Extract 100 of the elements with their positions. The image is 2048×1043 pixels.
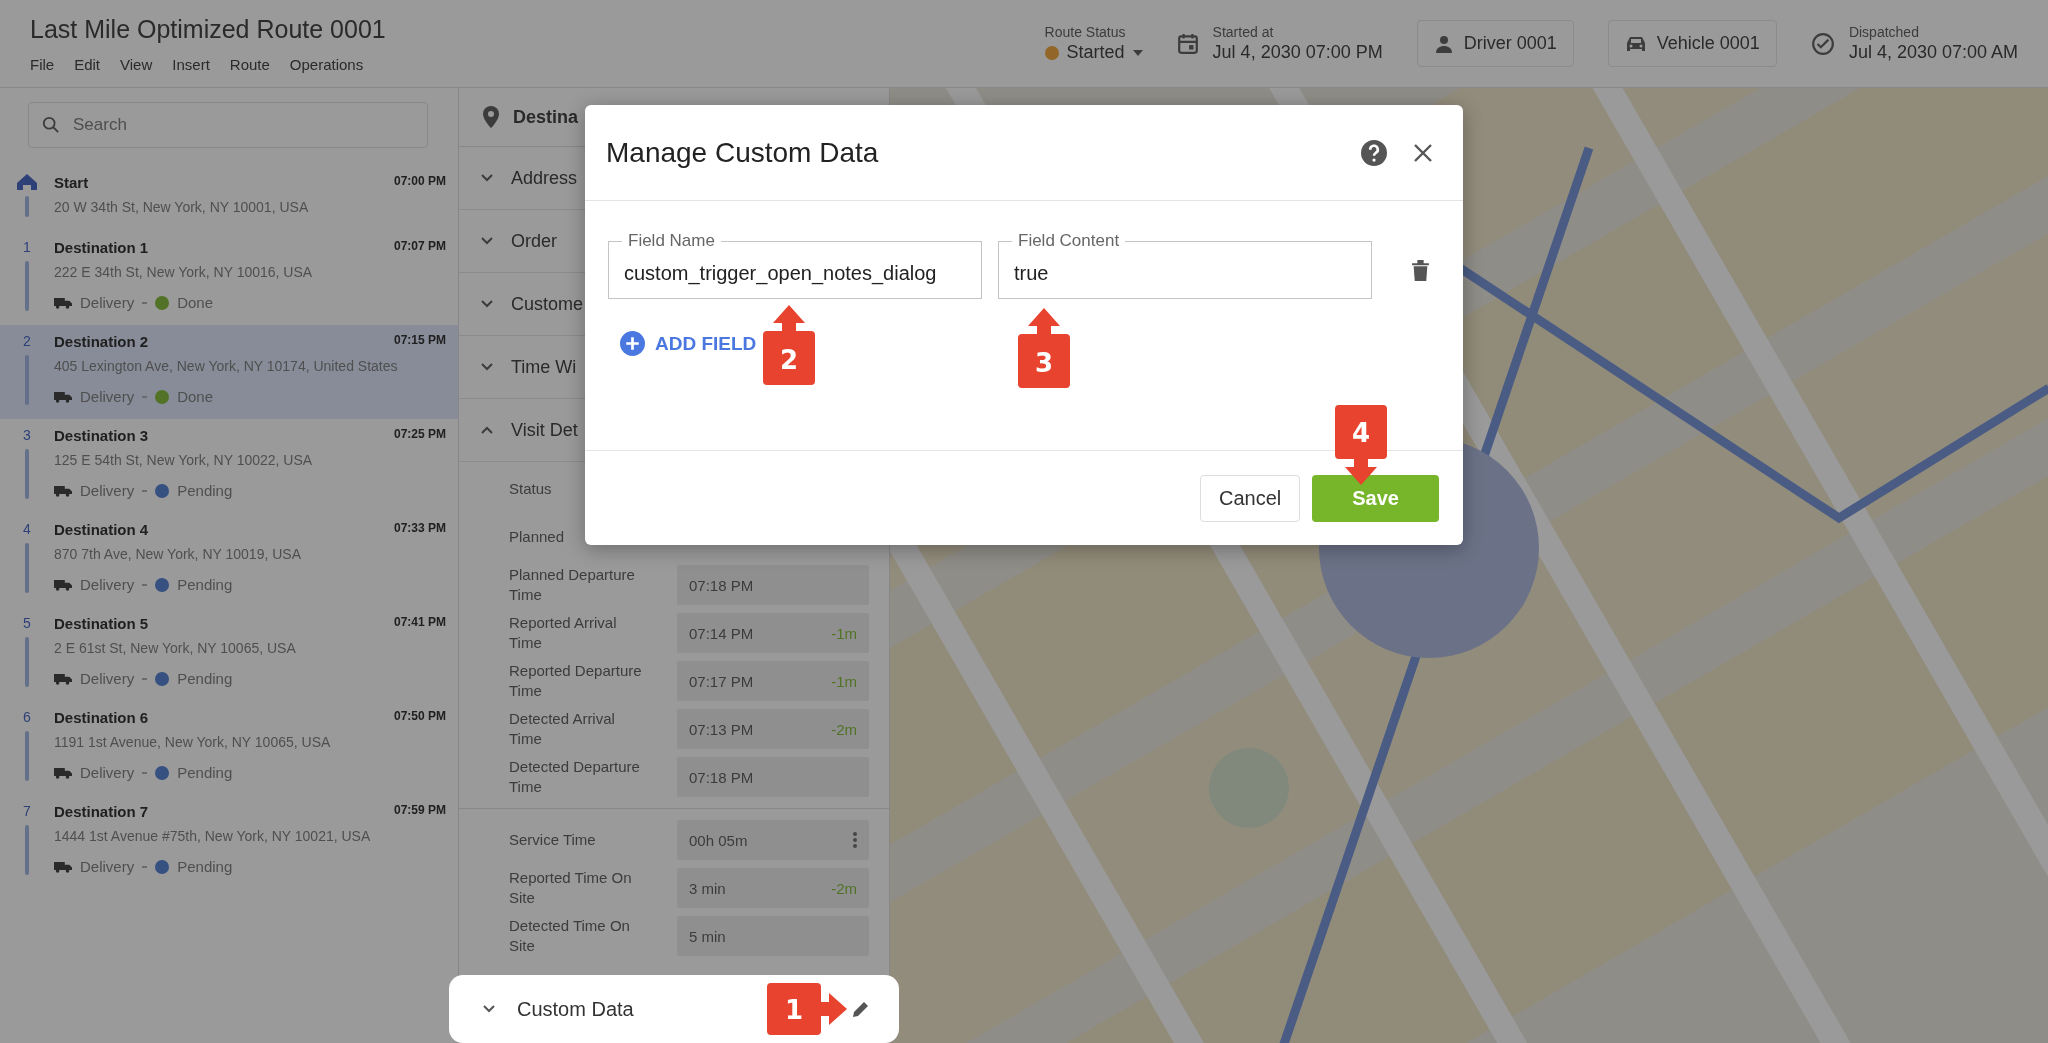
field-value: 07:17 PM	[689, 672, 754, 690]
menu-item[interactable]: Edit	[74, 55, 101, 73]
stop-row[interactable]: 7 Destination 7 07:59 PM 1444 1st Avenue #75th, New York, NY 10021, USA Delivery Pending	[0, 795, 458, 889]
stop-row[interactable]: 5 Destination 5 07:41 PM 2 E 61st St, New York, NY 10065, USA Delivery Pending	[0, 607, 458, 701]
time-delta: -2m	[831, 879, 857, 897]
truck-icon	[54, 766, 72, 779]
stop-status: Pending	[177, 482, 233, 499]
menu-item[interactable]: View	[120, 55, 153, 73]
panel-title: Destina	[513, 106, 579, 128]
stop-status: Pending	[177, 670, 233, 687]
stop-address: 222 E 34th St, New York, NY 10016, USA	[54, 263, 314, 282]
step-callout: 3	[1018, 308, 1070, 388]
stop-type: Delivery	[80, 294, 135, 311]
dispatched-label: Dispatched	[1848, 24, 1920, 40]
field-label: Planned	[509, 527, 566, 547]
menu-item[interactable]: File	[30, 55, 55, 73]
time-delta: -1m	[831, 672, 857, 690]
stop-address: 870 7th Ave, New York, NY 10019, USA	[54, 545, 302, 564]
car-icon	[1624, 34, 1647, 53]
stop-address: 2 E 61st St, New York, NY 10065, USA	[54, 639, 297, 658]
calendar-icon	[1176, 32, 1199, 55]
stop-address: 1444 1st Avenue #75th, New York, NY 10021, USA	[54, 827, 372, 846]
search-field[interactable]: Search	[28, 102, 428, 148]
stop-address: 20 W 34th St, New York, NY 10001, USA	[54, 198, 310, 217]
cancel-button[interactable]: Cancel	[1200, 474, 1301, 522]
stop-number: 3	[23, 427, 31, 443]
stop-type: Delivery	[80, 482, 135, 499]
truck-icon	[54, 578, 72, 591]
stop-address: 1191 1st Avenue, New York, NY 10065, USA	[54, 733, 332, 752]
stop-time: 07:41 PM	[393, 615, 446, 631]
stop-time: 07:59 PM	[393, 803, 446, 819]
pencil-icon[interactable]	[851, 999, 871, 1019]
help-icon[interactable]	[1361, 139, 1387, 166]
vehicle-chip[interactable]: Vehicle 0001	[1607, 20, 1777, 67]
stop-row[interactable]: 1 Destination 1 07:07 PM 222 E 34th St, New York, NY 10016, USA Delivery Done	[0, 231, 458, 325]
field-label: Reported Departure Time	[509, 661, 643, 701]
field-label: Reported Time On Site	[509, 868, 633, 908]
truck-icon	[54, 296, 72, 309]
time-delta: -2m	[831, 720, 857, 738]
stop-time: 07:33 PM	[393, 521, 446, 537]
stop-row[interactable]: Start 07:00 PM 20 W 34th St, New York, NY 10001, USA	[0, 166, 458, 231]
field-value: 07:13 PM	[689, 720, 754, 738]
started-time: Jul 4, 2030 07:00 PM	[1212, 42, 1383, 63]
stop-number: 6	[23, 709, 31, 725]
menu-item[interactable]: Operations	[289, 55, 364, 73]
add-field-button[interactable]: ADD FIELD	[620, 331, 757, 356]
truck-icon	[54, 390, 72, 403]
stop-status: Pending	[177, 858, 233, 875]
stop-name: Destination 7	[54, 803, 149, 820]
stop-type: Delivery	[80, 670, 135, 687]
menu-item[interactable]: Insert	[172, 55, 210, 73]
stop-row[interactable]: 4 Destination 4 07:33 PM 870 7th Ave, New York, NY 10019, USA Delivery Pending	[0, 513, 458, 607]
trash-icon[interactable]	[1412, 259, 1429, 281]
person-icon	[1433, 33, 1454, 54]
step-callout: 4	[1335, 405, 1387, 485]
field-label: Status	[509, 479, 553, 499]
field-value: 00h 05m	[689, 831, 748, 849]
field-value: 5 min	[689, 927, 726, 945]
caret-icon	[1132, 49, 1143, 56]
home-icon	[17, 174, 37, 190]
driver-chip[interactable]: Driver 0001	[1416, 20, 1574, 67]
field-label: Detected Arrival Time	[509, 709, 616, 749]
started-label: Started at	[1212, 24, 1275, 40]
close-icon[interactable]	[1413, 142, 1433, 163]
dialog-title: Manage Custom Data	[606, 136, 880, 169]
stop-number: 5	[23, 615, 31, 631]
plus-circle-icon	[620, 331, 645, 356]
field-label: Reported Arrival Time	[509, 613, 618, 653]
status-label: Route Status	[1044, 24, 1127, 40]
stop-number: 4	[23, 521, 31, 537]
stop-number: 2	[23, 333, 31, 349]
stop-row[interactable]: 2 Destination 2 07:15 PM 405 Lexington Ave, New York, NY 10174, United States Delivery Done	[0, 325, 458, 419]
stop-address: 405 Lexington Ave, New York, NY 10174, United States	[54, 357, 399, 376]
dispatched-time: Jul 4, 2030 07:00 AM	[1848, 42, 2018, 63]
stop-type: Delivery	[80, 388, 135, 405]
stop-row[interactable]: 6 Destination 6 07:50 PM 1191 1st Avenue, New York, NY 10065, USA Delivery Pending	[0, 701, 458, 795]
step-callout: 1	[767, 983, 847, 1035]
status-dropdown[interactable]: Started	[1044, 42, 1143, 63]
stop-name: Start	[54, 174, 89, 191]
field-label: Planned Departure Time	[509, 565, 636, 605]
stop-name: Destination 3	[54, 427, 149, 444]
stop-status: Done	[177, 294, 214, 311]
stop-type: Delivery	[80, 576, 135, 593]
stop-status: Done	[177, 388, 214, 405]
stop-status: Pending	[177, 576, 233, 593]
route-title: Last Mile Optimized Route 0001	[30, 14, 386, 44]
stop-row[interactable]: 3 Destination 3 07:25 PM 125 E 54th St, New York, NY 10022, USA Delivery Pending	[0, 419, 458, 513]
field-value: 07:14 PM	[689, 624, 754, 642]
search-icon	[42, 116, 60, 134]
truck-icon	[54, 484, 72, 497]
check-circle-icon	[1810, 31, 1835, 56]
stop-status: Pending	[177, 764, 233, 781]
stop-name: Destination 2	[54, 333, 149, 350]
custom-data-row[interactable]: Custom Data 1	[449, 975, 899, 1043]
truck-icon	[54, 860, 72, 873]
field-value: 07:18 PM	[689, 768, 754, 786]
stop-number: 7	[23, 803, 31, 819]
more-icon[interactable]	[853, 832, 857, 848]
menu-item[interactable]: Route	[229, 55, 270, 73]
stop-name: Destination 5	[54, 615, 149, 632]
